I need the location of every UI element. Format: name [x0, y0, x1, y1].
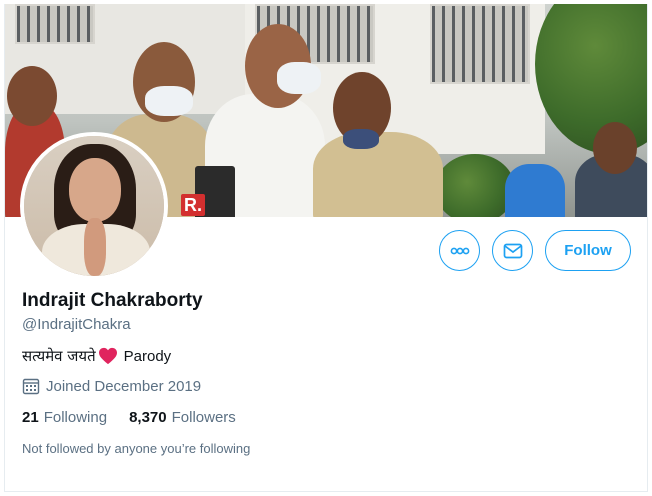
person	[313, 132, 443, 217]
joined-text: Joined December 2019	[46, 377, 202, 395]
person	[505, 164, 565, 217]
envelope-icon	[503, 243, 522, 258]
followers-count: 8,370	[129, 409, 167, 426]
red-heart-icon	[98, 347, 117, 365]
bio-suffix: Parody	[123, 347, 172, 365]
profile-handle: @IndrajitChakra	[22, 316, 131, 333]
following-label: Following	[43, 409, 108, 426]
person-head	[593, 122, 637, 174]
profile-card: R. Follow Indrajit Chakraborty @Indrajit…	[4, 4, 648, 492]
follow-stats: 21 Following 8,370 Followers	[22, 409, 236, 426]
more-icon	[450, 247, 469, 254]
avatar-hands	[84, 218, 106, 276]
tree	[435, 154, 515, 217]
avatar-face	[69, 158, 121, 222]
bio-text: सत्यमेव जयते	[22, 347, 96, 365]
follow-button[interactable]: Follow	[545, 230, 631, 271]
following-count: 21	[22, 409, 39, 426]
window	[430, 4, 530, 84]
not-followed-notice: Not followed by anyone you’re following	[22, 441, 251, 456]
face-mask	[145, 86, 193, 116]
face-mask	[343, 129, 379, 149]
profile-avatar[interactable]	[20, 132, 168, 280]
followers-link[interactable]: 8,370 Followers	[129, 409, 236, 426]
calendar-icon	[22, 378, 40, 395]
window	[15, 4, 95, 44]
profile-name: Indrajit Chakraborty	[22, 290, 203, 311]
face-mask	[277, 62, 321, 94]
microphone-label: R.	[181, 194, 205, 216]
person-head	[7, 66, 57, 126]
following-link[interactable]: 21 Following	[22, 409, 107, 426]
message-button[interactable]	[492, 230, 533, 271]
joined-date: Joined December 2019	[22, 377, 201, 395]
followers-label: Followers	[171, 409, 236, 426]
more-button[interactable]	[439, 230, 480, 271]
profile-bio: सत्यमेव जयते Parody	[22, 346, 171, 366]
